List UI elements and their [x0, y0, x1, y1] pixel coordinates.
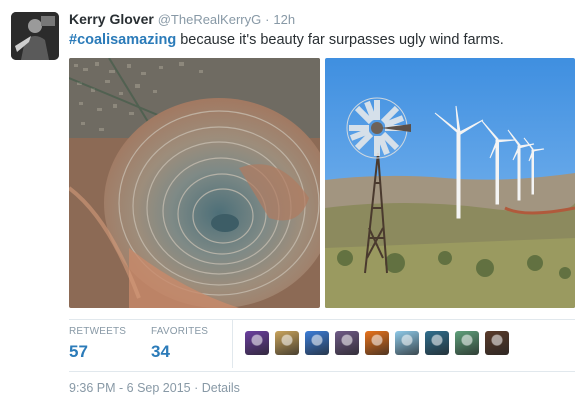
favoriter-avatar[interactable] — [365, 331, 389, 355]
retweets-count[interactable]: 57 — [69, 342, 126, 362]
favorites-label: FAVORITES — [151, 326, 209, 337]
hashtag-link[interactable]: #coalisamazing — [69, 32, 176, 48]
tweet-footer: 9:36 PM - 6 Sep 2015 · Details — [69, 381, 240, 395]
retweets-stat[interactable]: RETWEETS 57 — [69, 326, 126, 362]
header-separator: · — [265, 12, 270, 27]
media-photo-windfarm[interactable] — [325, 58, 575, 308]
favoriter-avatar[interactable] — [245, 331, 269, 355]
favoriter-avatar[interactable] — [275, 331, 299, 355]
retweets-label: RETWEETS — [69, 326, 127, 337]
stats-divider-top — [69, 319, 575, 320]
footer-separator: · — [190, 381, 202, 395]
author-name[interactable]: Kerry Glover — [69, 11, 154, 27]
favoriters-list — [245, 331, 509, 355]
tweet-header: Kerry Glover @TheRealKerryG · 12h — [69, 11, 295, 27]
favorites-count[interactable]: 34 — [151, 342, 208, 362]
stats-divider-bottom — [69, 371, 575, 372]
details-link[interactable]: Details — [202, 381, 240, 395]
author-handle[interactable]: @TheRealKerryG — [158, 12, 262, 27]
tweet-text: #coalisamazing because it's beauty far s… — [69, 31, 504, 49]
tweet-timestamp[interactable]: 9:36 PM - 6 Sep 2015 — [69, 381, 191, 395]
stats-separator — [232, 320, 233, 368]
media-photo-mine[interactable] — [69, 58, 320, 308]
favorites-stat[interactable]: FAVORITES 34 — [151, 326, 208, 362]
tweet-body: because it's beauty far surpasses ugly w… — [176, 32, 504, 48]
author-avatar[interactable] — [11, 12, 59, 60]
favoriter-avatar[interactable] — [395, 331, 419, 355]
favoriter-avatar[interactable] — [485, 331, 509, 355]
tweet-time[interactable]: 12h — [273, 12, 295, 27]
favoriter-avatar[interactable] — [425, 331, 449, 355]
favoriter-avatar[interactable] — [455, 331, 479, 355]
favoriter-avatar[interactable] — [335, 331, 359, 355]
favoriter-avatar[interactable] — [305, 331, 329, 355]
